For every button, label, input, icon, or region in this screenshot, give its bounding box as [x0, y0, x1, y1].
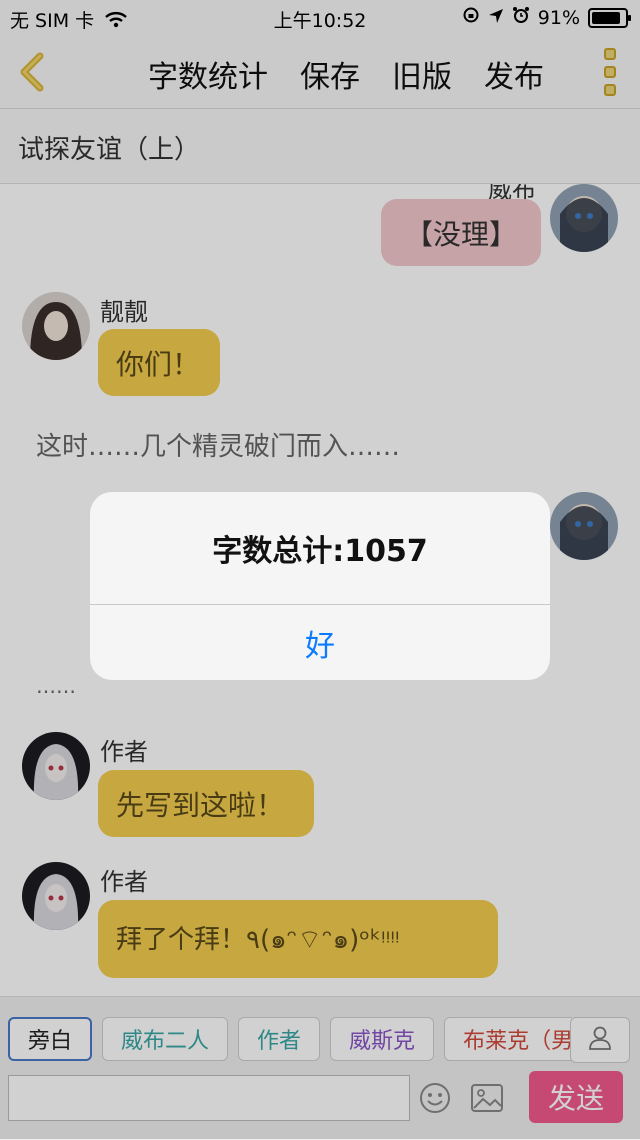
- role-tab-weibu-duo[interactable]: 威布二人: [102, 1017, 229, 1061]
- more-vertical-icon[interactable]: [604, 48, 618, 96]
- narration-text[interactable]: 这时……几个精灵破门而入……: [36, 426, 400, 463]
- publish-button[interactable]: 发布: [484, 52, 544, 96]
- avatar[interactable]: [22, 862, 90, 930]
- sender-name: 作者: [100, 738, 148, 766]
- status-bar: 无 SIM 卡 上午10:52 91%: [0, 0, 640, 36]
- send-button[interactable]: 发送: [529, 1071, 623, 1123]
- role-selector: 旁白 威布二人 作者 威斯克 布莱克（男: [0, 997, 572, 1067]
- message-bubble[interactable]: 【没理】: [381, 199, 541, 266]
- narration-text[interactable]: ……: [36, 674, 76, 698]
- old-version-button[interactable]: 旧版: [392, 52, 452, 96]
- word-count-button[interactable]: 字数统计: [148, 52, 268, 96]
- alert-message: 字数总计:1057: [212, 534, 428, 569]
- alert-dialog: 字数总计:1057 好: [90, 492, 550, 680]
- alert-ok-button[interactable]: 好: [90, 605, 550, 680]
- avatar[interactable]: [22, 292, 90, 360]
- nav-bar: 字数统计 保存 旧版 发布: [0, 36, 640, 109]
- save-button[interactable]: 保存: [300, 52, 360, 96]
- sender-name: 作者: [100, 868, 148, 896]
- role-tab-author[interactable]: 作者: [238, 1017, 321, 1061]
- location-icon: [488, 7, 504, 29]
- avatar[interactable]: [550, 184, 618, 252]
- add-role-button[interactable]: [570, 1017, 630, 1063]
- alarm-icon: [512, 6, 530, 29]
- role-tab-black[interactable]: 布莱克（男: [444, 1017, 572, 1061]
- status-icons: 91%: [462, 6, 631, 29]
- battery-icon: [588, 7, 631, 28]
- battery-percent: 91%: [537, 6, 580, 29]
- emoji-icon[interactable]: [418, 1081, 452, 1115]
- message-bubble[interactable]: 先写到这啦！: [98, 770, 314, 837]
- role-tab-wesker[interactable]: 威斯克: [330, 1017, 435, 1061]
- orientation-lock-icon: [462, 6, 480, 29]
- role-tab-narration[interactable]: 旁白: [8, 1017, 93, 1061]
- sender-name: 靓靓: [100, 298, 148, 326]
- avatar[interactable]: [550, 492, 618, 560]
- message-input[interactable]: [8, 1075, 410, 1121]
- back-chevron-icon[interactable]: [14, 50, 54, 94]
- person-icon: [587, 1025, 613, 1055]
- nav-actions: 字数统计 保存 旧版 发布: [148, 52, 544, 96]
- story-title-bar: 试探友谊（上）: [0, 109, 640, 184]
- message-bubble[interactable]: 拜了个拜！٩(๑ᵔ⌔ᵔ๑)ᵒᵏᵎᵎᵎᵎ: [98, 900, 498, 978]
- avatar[interactable]: [22, 732, 90, 800]
- message-bubble[interactable]: 你们！: [98, 329, 220, 396]
- story-title[interactable]: 试探友谊（上）: [18, 129, 200, 166]
- role-list: 旁白 威布二人 作者 威斯克 布莱克（男: [8, 1017, 572, 1061]
- composer-bar: 旁白 威布二人 作者 威斯克 布莱克（男 发送: [0, 996, 640, 1140]
- image-icon[interactable]: [470, 1083, 504, 1113]
